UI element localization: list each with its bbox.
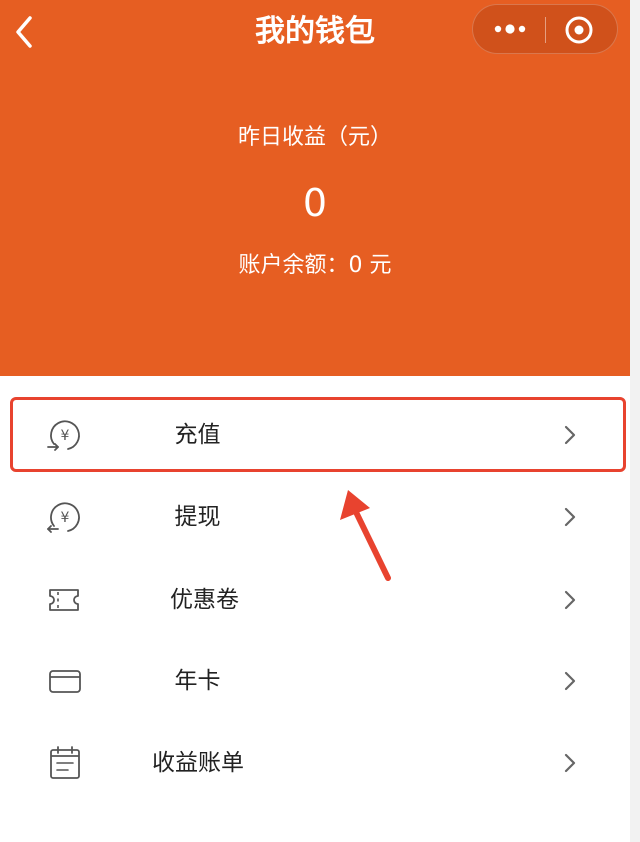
menu-item-coupon[interactable]: 优惠卷 — [0, 560, 630, 640]
wallet-header: 我的钱包 昨日收益（元） 0 账户余额：0 元 — [0, 0, 630, 376]
wallet-page: 我的钱包 昨日收益（元） 0 账户余额：0 元 ¥ 充值 ¥ 提现 优惠卷 年卡… — [0, 0, 640, 842]
menu-item-earnings-bill[interactable]: 收益账单 — [0, 723, 630, 803]
menu-item-label: 年卡 — [174, 668, 221, 694]
mini-program-capsule — [472, 4, 618, 54]
menu-item-annual-card[interactable]: 年卡 — [0, 641, 630, 721]
chevron-right-icon — [564, 590, 576, 610]
menu-item-label: 收益账单 — [152, 750, 244, 776]
annotation-arrow-icon — [340, 490, 391, 581]
chevron-right-icon — [564, 753, 576, 773]
capsule-divider — [545, 17, 546, 43]
svg-text:¥: ¥ — [61, 510, 70, 526]
card-icon — [49, 670, 81, 693]
yuan-withdraw-icon: ¥ — [47, 502, 80, 533]
scrollbar-track — [630, 0, 640, 842]
calendar-bill-icon — [50, 746, 80, 779]
close-miniprogram-icon[interactable] — [561, 12, 597, 48]
chevron-right-icon — [564, 507, 576, 527]
yesterday-earnings-label: 昨日收益（元） — [237, 125, 392, 150]
ticket-icon — [49, 589, 79, 611]
highlight-box — [10, 397, 626, 472]
menu-item-label: 优惠卷 — [170, 587, 239, 613]
more-dots-icon[interactable] — [487, 14, 533, 44]
menu-item-label: 提现 — [174, 504, 221, 530]
menu-item-withdraw[interactable]: ¥ 提现 — [0, 477, 630, 557]
account-balance: 账户余额：0 元 — [238, 253, 392, 278]
chevron-right-icon — [564, 671, 576, 691]
yesterday-earnings-value: 0 — [302, 181, 328, 225]
